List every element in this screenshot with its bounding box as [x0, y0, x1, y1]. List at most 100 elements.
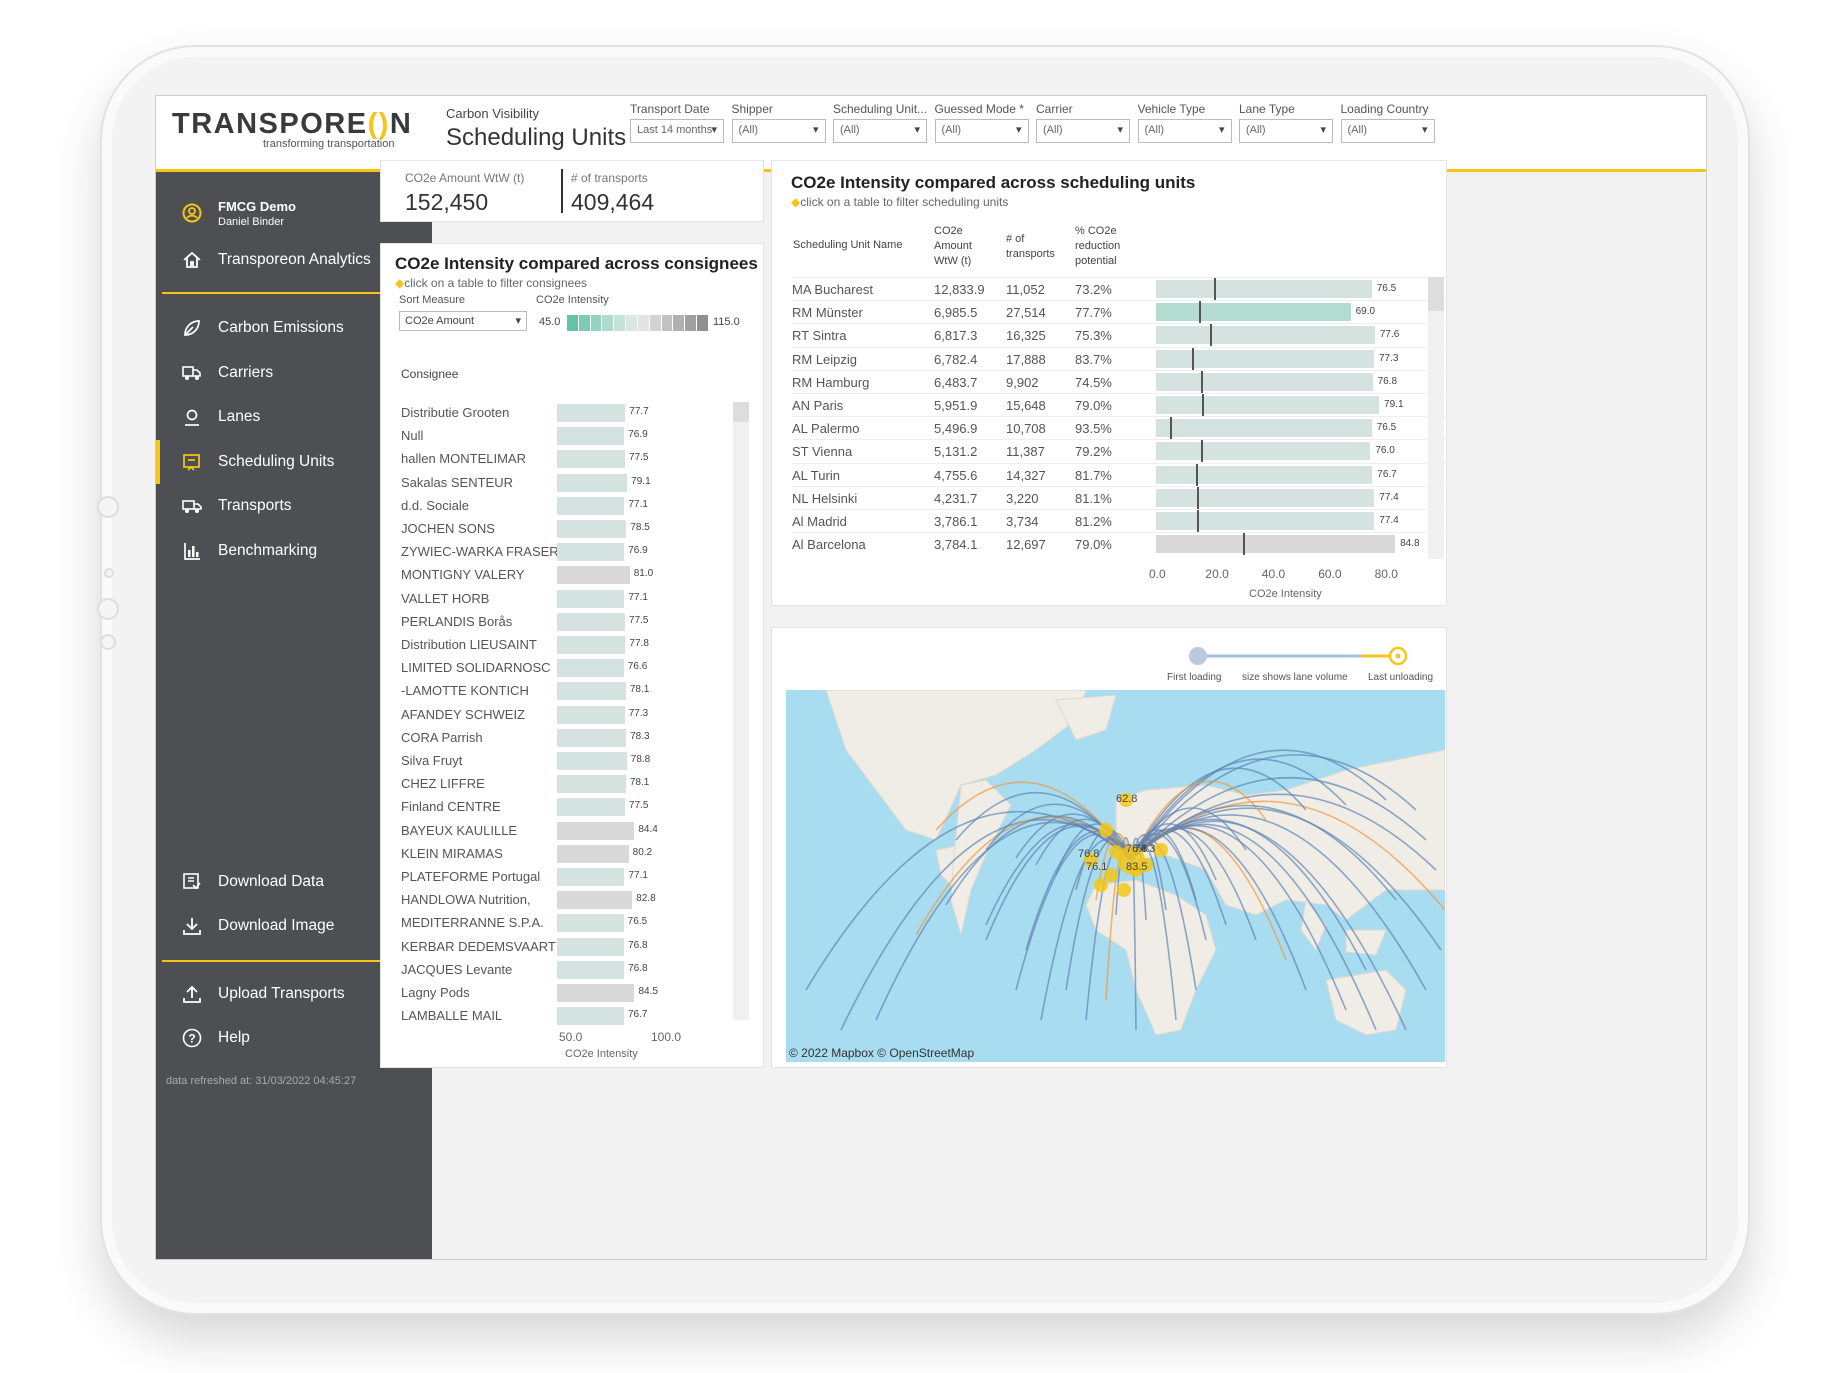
consignee-bar[interactable] [557, 427, 625, 446]
scroll-thumb[interactable] [733, 402, 749, 422]
consignee-row[interactable]: HANDLOWA Nutrition, 82.8 [401, 889, 756, 912]
consignee-value: 81.0 [633, 568, 654, 580]
hub-point[interactable] [1117, 883, 1131, 897]
consignee-bar[interactable] [557, 844, 629, 863]
consignee-bar[interactable] [557, 752, 627, 770]
unit-intensity-bar[interactable] [1156, 535, 1396, 554]
units-scrollbar[interactable] [1428, 277, 1444, 559]
scheduling-unit-row[interactable]: ST Vienna 5,131.2 11,387 79.2% 76.0 [792, 439, 1452, 463]
consignee-bar[interactable] [557, 520, 627, 538]
scheduling-unit-row[interactable]: Al Madrid 3,786.1 3,734 81.2% 77.4 [792, 509, 1452, 532]
consignee-row[interactable]: BAYEUX KAULILLE 84.4 [401, 820, 756, 843]
scheduling-unit-row[interactable]: RT Sintra 6,817.3 16,325 75.3% 77.6 [792, 323, 1452, 347]
consignee-bar[interactable] [557, 589, 625, 608]
consignee-bar[interactable] [557, 937, 625, 956]
consignee-row[interactable]: KLEIN MIRAMAS 80.2 [401, 843, 756, 866]
consignee-row[interactable]: ZYWIEC-WARKA FRASER 76.9 [401, 541, 756, 564]
consignee-bar[interactable] [557, 450, 626, 469]
consignee-row[interactable]: Sakalas SENTEUR 79.1 [401, 472, 756, 495]
consignee-row[interactable]: PERLANDIS Borås 77.5 [401, 611, 756, 634]
consignee-row[interactable]: MONTIGNY VALERY 81.0 [401, 564, 756, 587]
consignee-bar[interactable] [557, 473, 628, 492]
scheduling-unit-row[interactable]: Al Barcelona 3,784.1 12,697 79.0% 84.8 [792, 532, 1452, 556]
scheduling-unit-row[interactable]: NL Helsinki 4,231.7 3,220 81.1% 77.4 [792, 485, 1452, 509]
hub-point[interactable] [1154, 843, 1168, 857]
units-axis-tick: 20.0 [1205, 567, 1229, 581]
consignee-bar[interactable] [557, 868, 625, 886]
scheduling-unit-row[interactable]: RM Leipzig 6,782.4 17,888 83.7% 77.3 [792, 346, 1452, 370]
scheduling-unit-row[interactable]: RM Münster 6,985.5 27,514 77.7% 69.0 [792, 300, 1452, 324]
consignee-row[interactable]: VALLET HORB 77.1 [401, 588, 756, 611]
consignee-bar[interactable] [557, 705, 625, 724]
consignee-row[interactable]: LIMITED SOLIDARNOSC 76.6 [401, 657, 756, 680]
consignee-row[interactable]: Distribution LIEUSAINT 77.8 [401, 634, 756, 657]
sort-measure-dropdown[interactable]: CO2e Amount ▾ [399, 311, 527, 331]
consignee-row[interactable]: Distributie Grooten 77.7 [401, 402, 756, 425]
filter-dropdown[interactable]: (All) [934, 119, 1029, 143]
filter-dropdown[interactable]: (All) [1239, 119, 1333, 143]
consignee-bar[interactable] [557, 960, 625, 979]
filter-dropdown[interactable]: (All) [1340, 119, 1435, 143]
scheduling-unit-row[interactable]: RM Hamburg 6,483.7 9,902 74.5% 76.8 [792, 369, 1452, 393]
consignee-bar[interactable] [557, 1007, 624, 1026]
consignee-row[interactable]: CHEZ LIFFRE 78.1 [401, 773, 756, 796]
scheduling-unit-row[interactable]: AL Palermo 5,496.9 10,708 93.5% 76.5 [792, 416, 1452, 440]
consignee-row[interactable]: Lagny Pods 84.5 [401, 982, 756, 1005]
consignee-bar[interactable] [557, 984, 635, 1002]
map-canvas[interactable]: 62.876.8 74.376.876.1 83.5 [786, 690, 1445, 1062]
consignee-row[interactable]: CORA Parrish 78.3 [401, 727, 756, 750]
scheduling-unit-row[interactable]: MA Bucharest 12,833.9 11,052 73.2% 76.5 [792, 277, 1452, 300]
scheduling-unit-row[interactable]: AL Turin 4,755.6 14,327 81.7% 76.7 [792, 462, 1452, 486]
filter-dropdown[interactable]: (All) [731, 119, 826, 143]
unit-intensity-bar[interactable] [1156, 512, 1375, 530]
unit-intensity-bar[interactable] [1156, 442, 1371, 461]
consignee-bar[interactable] [557, 775, 626, 794]
unit-intensity-bar[interactable] [1156, 488, 1375, 507]
consignee-row[interactable]: Null 76.9 [401, 425, 756, 448]
lane-map[interactable]: 62.8 76.8 74.3 76.8 76.1 83.5 [786, 690, 1445, 1062]
consignee-row[interactable]: JACQUES Levante 76.8 [401, 959, 756, 982]
consignee-bar[interactable] [557, 612, 626, 631]
scroll-thumb[interactable] [1428, 277, 1444, 311]
unit-intensity-bar[interactable] [1156, 349, 1374, 368]
unit-intensity-bar[interactable] [1156, 303, 1351, 322]
consignee-bar[interactable] [557, 543, 625, 562]
consignee-bar[interactable] [557, 566, 630, 585]
filter-dropdown[interactable]: (All) [833, 119, 927, 143]
consignee-bar[interactable] [557, 914, 624, 933]
consignee-row[interactable]: -LAMOTTE KONTICH 78.1 [401, 680, 756, 703]
consignee-bar[interactable] [557, 821, 635, 840]
scheduling-unit-row[interactable]: AN Paris 5,951.9 15,648 79.0% 79.1 [792, 393, 1452, 416]
consignee-bar[interactable] [557, 496, 625, 515]
consignee-row[interactable]: JOCHEN SONS 78.5 [401, 518, 756, 541]
consignee-row[interactable]: Finland CENTRE 77.5 [401, 796, 756, 819]
consignee-bar[interactable] [557, 728, 627, 747]
consignee-scrollbar[interactable] [733, 402, 749, 1020]
filter-dropdown[interactable]: (All) [1036, 119, 1130, 143]
consignee-row[interactable]: PLATEFORME Portugal 77.1 [401, 866, 756, 889]
consignee-bar[interactable] [557, 659, 624, 678]
consignee-row[interactable]: d.d. Sociale 77.1 [401, 495, 756, 518]
consignee-row[interactable]: AFANDEY SCHWEIZ 77.3 [401, 704, 756, 727]
consignee-row[interactable]: hallen MONTELIMAR 77.5 [401, 448, 756, 471]
consignee-row[interactable]: MEDITERRANNE S.P.A. 76.5 [401, 912, 756, 935]
consignee-bar[interactable] [557, 404, 626, 422]
consignee-bar[interactable] [557, 891, 633, 910]
unit-intensity-bar[interactable] [1156, 396, 1380, 414]
consignee-bar[interactable] [557, 682, 626, 701]
filter-dropdown[interactable]: (All) [1137, 119, 1232, 143]
hub-point[interactable] [1094, 878, 1108, 892]
intensity-color-legend[interactable] [567, 315, 709, 331]
unit-intensity-bar[interactable] [1156, 280, 1372, 298]
consignee-bar[interactable] [557, 798, 626, 817]
consignee-row[interactable]: LAMBALLE MAIL 76.7 [401, 1005, 756, 1028]
filter-dropdown[interactable]: Last 14 months [630, 119, 724, 143]
consignee-bar[interactable] [557, 636, 626, 654]
unit-intensity-bar[interactable] [1156, 372, 1373, 391]
unit-intensity-bar[interactable] [1156, 326, 1375, 345]
unit-intensity-bar[interactable] [1156, 419, 1372, 438]
consignee-row[interactable]: KERBAR DEDEMSVAART 76.8 [401, 936, 756, 959]
unit-intensity-bar[interactable] [1156, 465, 1373, 484]
hub-point[interactable] [1099, 823, 1113, 837]
consignee-row[interactable]: Silva Fruyt 78.8 [401, 750, 756, 773]
